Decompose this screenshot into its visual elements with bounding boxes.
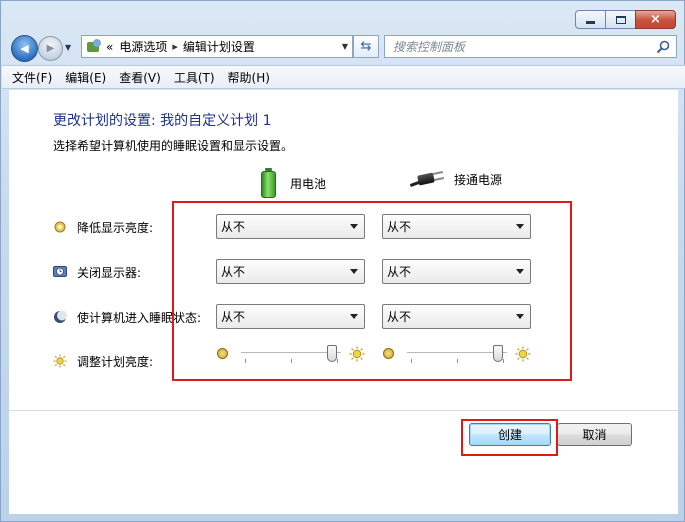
display-off-label: 关闭显示器: (77, 265, 142, 280)
search-icon[interactable] (656, 40, 670, 54)
menu-view[interactable]: 查看(V) (119, 69, 161, 86)
dim-display-icon (54, 221, 66, 233)
setting-row-dim-display: 降低显示亮度: (53, 215, 153, 239)
breadcrumb-power-options[interactable]: 电源选项 (119, 38, 167, 55)
create-highlight-box (461, 419, 558, 456)
forward-button[interactable]: ▶ (38, 36, 63, 61)
back-button[interactable]: ◀ (11, 35, 38, 62)
plugged-in-column-label: 接通电源 (454, 172, 503, 187)
content-pane: 更改计划的设置: 我的自定义计划 1 选择希望计算机使用的睡眠设置和显示设置。 … (9, 90, 678, 514)
breadcrumb-edit-plan[interactable]: 编辑计划设置 (183, 38, 255, 55)
display-off-icon (53, 266, 67, 277)
plugged-in-column-header: 接通电源 (409, 168, 503, 190)
back-arrow-icon: ◀ (20, 42, 29, 55)
breadcrumb-overflow[interactable]: « (106, 40, 113, 54)
brightness-sun-icon (53, 354, 67, 368)
dim-display-label: 降低显示亮度: (77, 220, 154, 235)
address-bar[interactable]: « 电源选项 ▸ 编辑计划设置 ▼ (81, 35, 353, 58)
settings-highlight-box (172, 201, 572, 381)
close-button[interactable]: × (635, 10, 676, 29)
forward-arrow-icon: ▶ (46, 43, 55, 54)
address-dropdown-icon[interactable]: ▼ (342, 42, 348, 51)
power-plug-icon (409, 168, 445, 190)
refresh-icon: ⇆ (360, 39, 372, 54)
battery-column-header: 用电池 (261, 168, 326, 198)
control-panel-icon (86, 38, 102, 55)
maximize-button[interactable] (605, 10, 636, 29)
battery-icon (261, 168, 276, 198)
minimize-button[interactable] (575, 10, 606, 29)
close-icon: × (650, 12, 661, 27)
footer-divider (9, 410, 678, 411)
caption-buttons: × (575, 10, 676, 29)
recent-pages-dropdown[interactable]: ▼ (65, 43, 77, 53)
cancel-button[interactable]: 取消 (557, 423, 632, 446)
setting-row-display-off: 关闭显示器: (53, 260, 141, 284)
minimize-icon (586, 21, 595, 24)
window-frame: × ◀ ▶ ▼ « 电源选项 ▸ 编辑计划设置 ▼ ⇆ 文件(F) 编辑(E) … (0, 0, 685, 522)
menu-edit[interactable]: 编辑(E) (65, 69, 106, 86)
breadcrumb-separator-icon[interactable]: ▸ (172, 40, 178, 53)
battery-column-label: 用电池 (290, 176, 327, 191)
page-title: 更改计划的设置: 我的自定义计划 1 (53, 113, 272, 129)
menu-bar: 文件(F) 编辑(E) 查看(V) 工具(T) 帮助(H) (2, 65, 685, 89)
menu-file[interactable]: 文件(F) (12, 69, 52, 86)
setting-row-brightness: 调整计划亮度: (53, 349, 153, 373)
sleep-icon (54, 310, 67, 323)
refresh-button[interactable]: ⇆ (353, 35, 379, 58)
search-box[interactable] (384, 35, 677, 58)
page-subtitle: 选择希望计算机使用的睡眠设置和显示设置。 (53, 139, 294, 153)
menu-tools[interactable]: 工具(T) (174, 69, 215, 86)
brightness-label: 调整计划亮度: (77, 354, 154, 369)
maximize-icon (615, 15, 626, 24)
search-input[interactable] (393, 39, 643, 54)
menu-help[interactable]: 帮助(H) (228, 69, 270, 86)
